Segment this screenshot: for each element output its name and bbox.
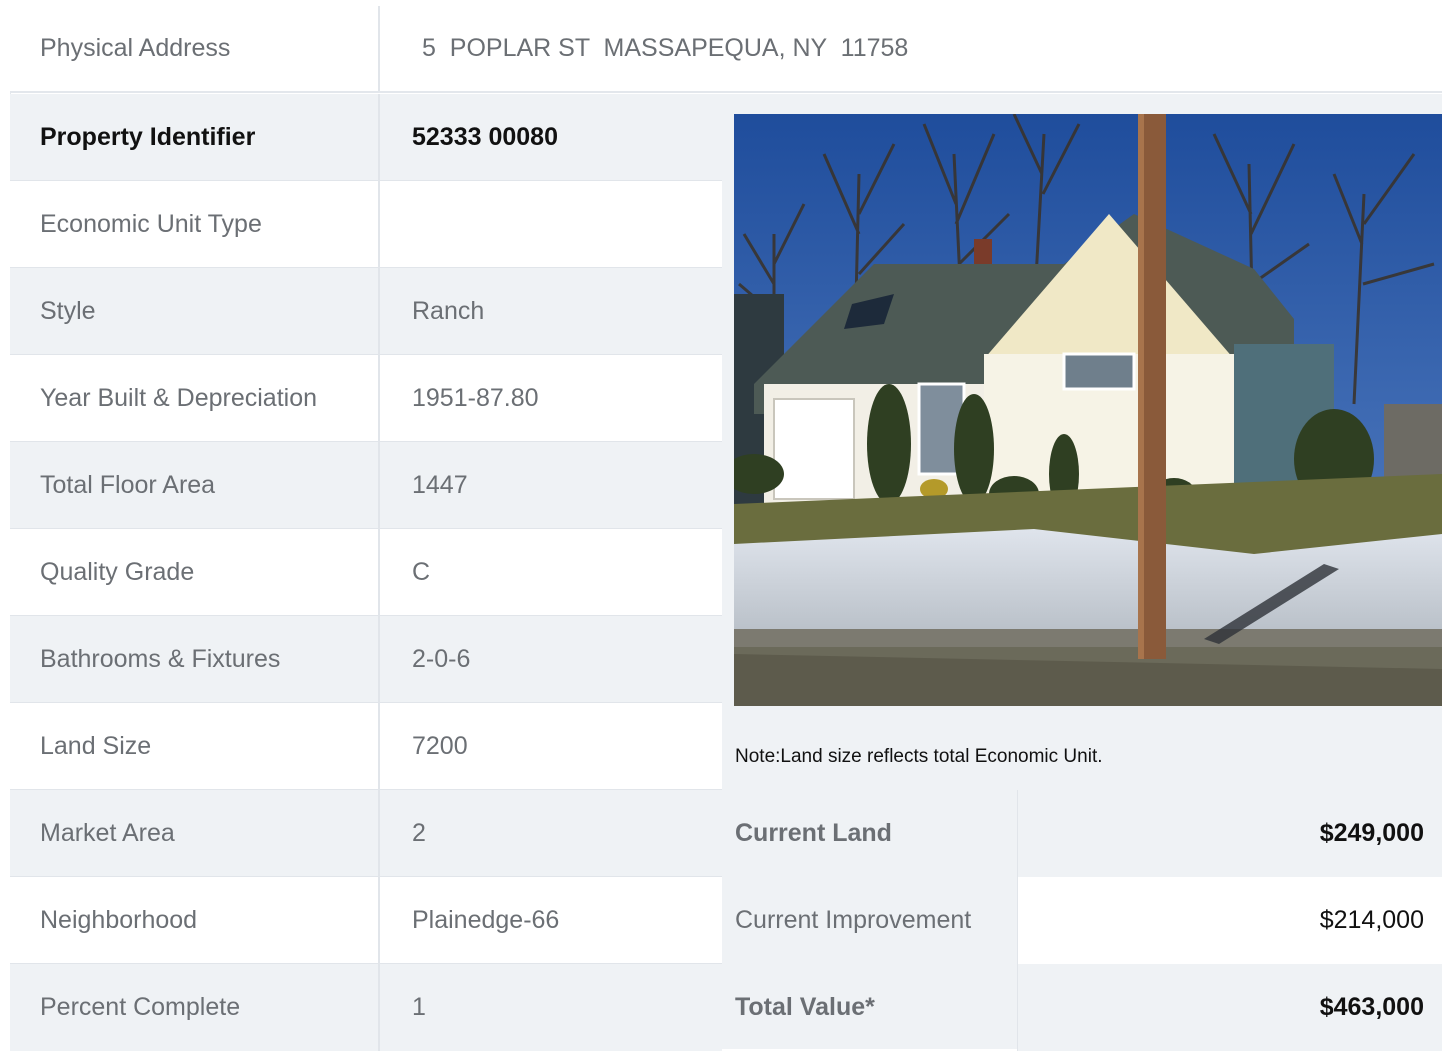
current-improvement-amount: $214,000 [1017,877,1442,964]
current-improvement-row: Current Improvement $214,000 [722,877,1442,964]
row-property-identifier: Property Identifier 52333 00080 [10,94,722,181]
total-floor-area-value: 1447 [412,470,468,499]
row-quality-grade: Quality Grade C [10,529,722,616]
bathrooms-label: Bathrooms & Fixtures [10,616,380,702]
percent-complete-label: Percent Complete [10,964,380,1051]
row-style: Style Ranch [10,268,722,355]
year-built-value: 1951-87.80 [412,383,539,412]
land-size-label: Land Size [10,703,380,789]
market-area-label: Market Area [10,790,380,876]
address-label: Physical Address [10,6,380,91]
address-row: Physical Address 5 POPLAR ST MASSAPEQUA,… [10,6,1442,93]
total-value-amount: $463,000 [1017,964,1442,1051]
percent-complete-value: 1 [412,993,426,1021]
row-economic-unit-type: Economic Unit Type [10,181,722,268]
neighborhood-value: Plainedge-66 [412,905,560,934]
total-floor-area-label: Total Floor Area [10,442,380,528]
row-percent-complete: Percent Complete 1 [10,964,722,1051]
current-improvement-label: Current Improvement [735,906,972,934]
style-label: Style [10,268,380,354]
land-size-note: Note:Land size reflects total Economic U… [735,746,1103,767]
total-value-row: Total Value* $463,000 [722,964,1442,1051]
quality-grade-label: Quality Grade [10,529,380,615]
bathrooms-value: 2-0-6 [412,644,471,673]
economic-unit-type-value [382,181,722,267]
current-land-row: Current Land $249,000 [722,790,1442,877]
market-area-value: 2 [412,818,426,847]
row-land-size: Land Size 7200 [10,703,722,790]
row-bathrooms: Bathrooms & Fixtures 2-0-6 [10,616,722,703]
neighborhood-label: Neighborhood [10,877,380,963]
address-value: 5 POPLAR ST MASSAPEQUA, NY 11758 [422,34,909,62]
style-value: Ranch [412,296,485,325]
land-size-value: 7200 [412,731,468,760]
property-photo [734,114,1442,706]
current-land-label: Current Land [735,819,892,847]
row-market-area: Market Area 2 [10,790,722,877]
property-identifier-label: Property Identifier [10,94,380,180]
total-value-label: Total Value* [735,993,875,1021]
current-land-amount: $249,000 [1017,790,1442,877]
property-identifier-value: 52333 00080 [412,122,558,151]
year-built-label: Year Built & Depreciation [10,355,380,441]
row-year-built: Year Built & Depreciation 1951-87.80 [10,355,722,442]
row-neighborhood: Neighborhood Plainedge-66 [10,877,722,964]
economic-unit-type-label: Economic Unit Type [10,181,380,267]
row-total-floor-area: Total Floor Area 1447 [10,442,722,529]
quality-grade-value: C [412,557,431,586]
